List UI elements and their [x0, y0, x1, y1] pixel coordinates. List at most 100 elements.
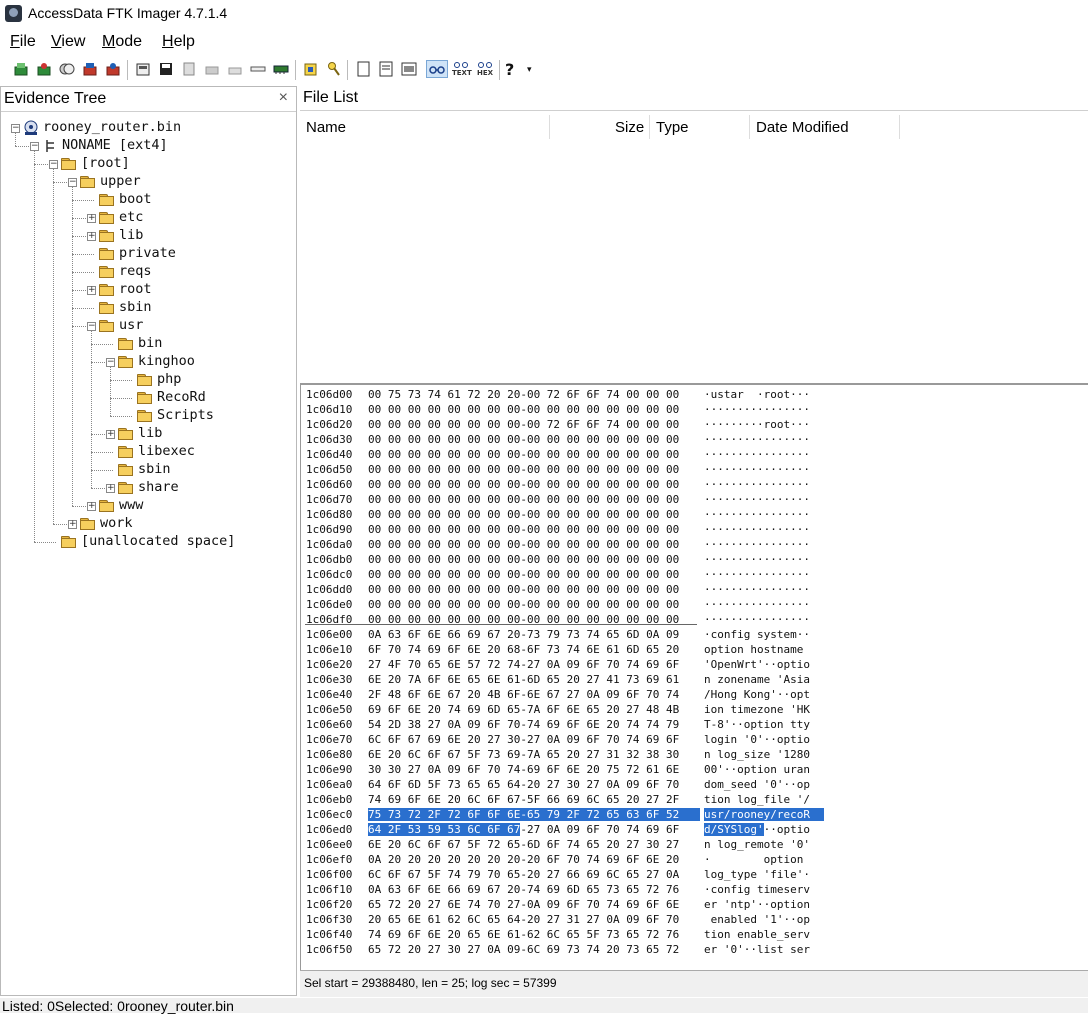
hex-row[interactable]: 1c06d10 00 00 00 00 00 00 00 00-00 00 00 …: [306, 403, 866, 418]
hex-ascii[interactable]: T-8'··option tty: [704, 718, 824, 731]
hex-ascii[interactable]: ················: [704, 493, 824, 506]
tree-item[interactable]: lib: [138, 425, 162, 443]
export-disk-image-icon[interactable]: [158, 61, 174, 77]
hex-row[interactable]: 1c06da0 00 00 00 00 00 00 00 00-00 00 00 …: [306, 538, 866, 553]
hex-ascii[interactable]: 'OpenWrt'··optio: [704, 658, 824, 671]
hex-bytes[interactable]: 6C 6F 67 5F 74 79 70 65-20 27 66 69 6C 6…: [368, 868, 700, 881]
tree-item[interactable]: private: [119, 245, 176, 263]
hex-row[interactable]: 1c06ec0 75 73 72 2F 72 6F 6F 6E-65 79 2F …: [306, 808, 866, 823]
hex-row[interactable]: 1c06e90 30 30 27 0A 09 6F 70 74-69 6F 6E …: [306, 763, 866, 778]
text-view-icon[interactable]: TEXT: [451, 61, 472, 77]
hex-row[interactable]: 1c06e20 27 4F 70 65 6E 57 72 74-27 0A 09 …: [306, 658, 866, 673]
tree-item[interactable]: bin: [138, 335, 162, 353]
hex-row[interactable]: 1c06f50 65 72 20 27 30 27 0A 09-6C 69 73 …: [306, 943, 866, 958]
hex-bytes[interactable]: 00 00 00 00 00 00 00 00-00 00 00 00 00 0…: [368, 538, 700, 551]
hex-ascii[interactable]: n zonename 'Asia: [704, 673, 824, 686]
menu-file[interactable]: File: [10, 33, 36, 51]
hex-ascii[interactable]: /Hong Kong'··opt: [704, 688, 824, 701]
hex-ascii[interactable]: n log_size '1280: [704, 748, 824, 761]
hex-ascii[interactable]: ion timezone 'HK: [704, 703, 824, 716]
hex-ascii[interactable]: ················: [704, 433, 824, 446]
hex-ascii[interactable]: ·config timeserv: [704, 883, 824, 896]
hex-ascii[interactable]: login '0'··optio: [704, 733, 824, 746]
hex-bytes[interactable]: 00 00 00 00 00 00 00 00-00 00 00 00 00 0…: [368, 448, 700, 461]
hex-ascii[interactable]: ················: [704, 538, 824, 551]
collapse-icon[interactable]: −: [11, 124, 20, 133]
hex-row[interactable]: 1c06d30 00 00 00 00 00 00 00 00-00 00 00 …: [306, 433, 866, 448]
image-mounting-icon[interactable]: [59, 61, 75, 77]
hex-row[interactable]: 1c06ea0 64 6F 6D 5F 73 65 65 64-20 27 30 …: [306, 778, 866, 793]
close-icon[interactable]: ×: [279, 89, 288, 107]
column-header-size[interactable]: Size: [615, 119, 644, 136]
hex-bytes[interactable]: 27 4F 70 65 6E 57 72 74-27 0A 09 6F 70 7…: [368, 658, 700, 671]
menu-mode[interactable]: Mode: [102, 33, 142, 51]
hex-row[interactable]: 1c06dc0 00 00 00 00 00 00 00 00-00 00 00 …: [306, 568, 866, 583]
tree-item[interactable]: work: [100, 515, 133, 533]
tree-item[interactable]: libexec: [138, 443, 195, 461]
hex-ascii[interactable]: ················: [704, 568, 824, 581]
hex-bytes[interactable]: 54 2D 38 27 0A 09 6F 70-74 69 6F 6E 20 7…: [368, 718, 700, 731]
hex-bytes[interactable]: 0A 63 6F 6E 66 69 67 20-74 69 6D 65 73 6…: [368, 883, 700, 896]
hex-row[interactable]: 1c06d40 00 00 00 00 00 00 00 00-00 00 00 …: [306, 448, 866, 463]
hex-bytes[interactable]: 00 00 00 00 00 00 00 00-00 00 00 00 00 0…: [368, 523, 700, 536]
hex-bytes[interactable]: 20 65 6E 61 62 6C 65 64-20 27 31 27 0A 0…: [368, 913, 700, 926]
hex-bytes[interactable]: 00 00 00 00 00 00 00 00-00 00 00 00 00 0…: [368, 553, 700, 566]
expand-icon[interactable]: +: [87, 502, 96, 511]
hex-ascii[interactable]: ················: [704, 553, 824, 566]
hex-bytes[interactable]: 64 6F 6D 5F 73 65 65 64-20 27 30 27 0A 0…: [368, 778, 700, 791]
hex-row[interactable]: 1c06e50 69 6F 6E 20 74 69 6D 65-7A 6F 6E …: [306, 703, 866, 718]
hex-row[interactable]: 1c06f10 0A 63 6F 6E 66 69 67 20-74 69 6D …: [306, 883, 866, 898]
detect-encryption-icon[interactable]: [326, 61, 342, 77]
remove-all-evidence-icon[interactable]: [105, 61, 121, 77]
hex-bytes[interactable]: 6C 6F 67 69 6E 20 27 30-27 0A 09 6F 70 7…: [368, 733, 700, 746]
tree-item[interactable]: upper: [100, 173, 141, 191]
expand-icon[interactable]: +: [106, 430, 115, 439]
tree-item[interactable]: kinghoo: [138, 353, 195, 371]
hex-bytes[interactable]: 0A 63 6F 6E 66 69 67 20-73 79 73 74 65 6…: [368, 628, 700, 641]
hex-row[interactable]: 1c06d80 00 00 00 00 00 00 00 00-00 00 00 …: [306, 508, 866, 523]
hex-row[interactable]: 1c06e30 6E 20 7A 6F 6E 65 6E 61-6D 65 20 …: [306, 673, 866, 688]
hex-row[interactable]: 1c06e60 54 2D 38 27 0A 09 6F 70-74 69 6F …: [306, 718, 866, 733]
column-separator[interactable]: [899, 115, 900, 139]
hex-row[interactable]: 1c06dd0 00 00 00 00 00 00 00 00-00 00 00 …: [306, 583, 866, 598]
hex-bytes[interactable]: 2F 48 6F 6E 67 20 4B 6F-6E 67 27 0A 09 6…: [368, 688, 700, 701]
hex-row[interactable]: 1c06d60 00 00 00 00 00 00 00 00-00 00 00 …: [306, 478, 866, 493]
hex-ascii[interactable]: ················: [704, 403, 824, 416]
hex-bytes[interactable]: 6F 70 74 69 6F 6E 20 68-6F 73 74 6E 61 6…: [368, 643, 700, 656]
hex-ascii[interactable]: 00'··option uran: [704, 763, 824, 776]
hex-row[interactable]: 1c06d00 00 75 73 74 61 72 20 20-00 72 6F …: [306, 388, 866, 403]
hex-row[interactable]: 1c06de0 00 00 00 00 00 00 00 00-00 00 00 …: [306, 598, 866, 613]
tree-item[interactable]: etc: [119, 209, 143, 227]
hex-ascii[interactable]: enabled '1'··op: [704, 913, 824, 926]
hex-ascii[interactable]: ················: [704, 508, 824, 521]
hex-bytes[interactable]: 00 00 00 00 00 00 00 00-00 00 00 00 00 0…: [368, 583, 700, 596]
hex-ascii[interactable]: tion log_file '/: [704, 793, 824, 806]
expand-icon[interactable]: +: [68, 520, 77, 529]
hex-bytes[interactable]: 30 30 27 0A 09 6F 70 74-69 6F 6E 20 75 7…: [368, 763, 700, 776]
tree-item[interactable]: usr: [119, 317, 143, 335]
tree-item[interactable]: sbin: [138, 461, 171, 479]
collapse-icon[interactable]: −: [30, 142, 39, 151]
add-to-custom-content-icon[interactable]: [204, 61, 220, 77]
hex-ascii[interactable]: ·config system··: [704, 628, 824, 641]
hex-ascii[interactable]: ·ustar ·root···: [704, 388, 824, 401]
add-all-evidence-icon[interactable]: [36, 61, 52, 77]
hex-row[interactable]: 1c06db0 00 00 00 00 00 00 00 00-00 00 00 …: [306, 553, 866, 568]
tree-item[interactable]: RecoRd: [157, 389, 206, 407]
tree-item[interactable]: rooney_router.bin: [43, 119, 181, 137]
hex-bytes[interactable]: 00 00 00 00 00 00 00 00-00 00 00 00 00 0…: [368, 568, 700, 581]
hex-bytes[interactable]: 00 00 00 00 00 00 00 00-00 72 6F 6F 74 0…: [368, 418, 700, 431]
hex-ascii[interactable]: ·········root···: [704, 418, 824, 431]
export-logical-image-icon[interactable]: [181, 61, 197, 77]
collapse-icon[interactable]: −: [68, 178, 77, 187]
collapse-icon[interactable]: −: [49, 160, 58, 169]
hex-ascii[interactable]: ················: [704, 448, 824, 461]
hex-bytes[interactable]: 65 72 20 27 6E 74 70 27-0A 09 6F 70 74 6…: [368, 898, 700, 911]
tree-item[interactable]: php: [157, 371, 181, 389]
collapse-icon[interactable]: −: [87, 322, 96, 331]
collapse-icon[interactable]: −: [106, 358, 115, 367]
hex-bytes[interactable]: 00 00 00 00 00 00 00 00-00 00 00 00 00 0…: [368, 403, 700, 416]
hex-ascii[interactable]: ················: [704, 598, 824, 611]
hex-bytes[interactable]: 74 69 6F 6E 20 65 6E 61-62 6C 65 5F 73 6…: [368, 928, 700, 941]
hex-ascii[interactable]: ················: [704, 613, 824, 626]
